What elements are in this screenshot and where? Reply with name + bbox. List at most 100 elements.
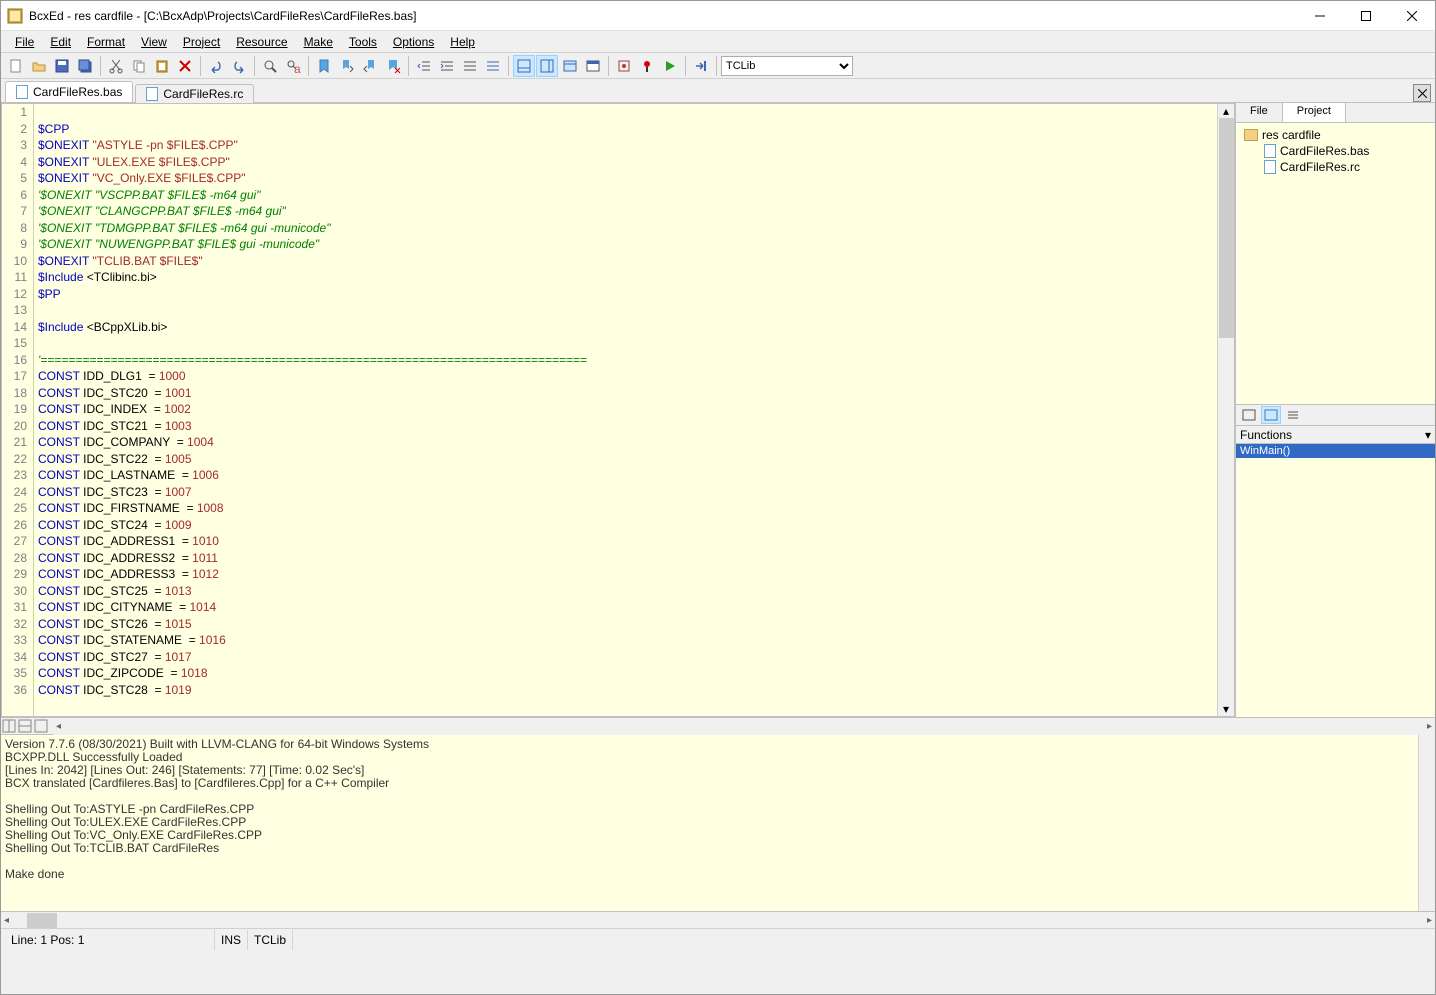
copy-icon[interactable] (128, 55, 150, 77)
output-scrollbar-horizontal[interactable]: ◂ ▸ (1, 912, 1435, 929)
menu-view[interactable]: View (133, 33, 175, 51)
toolbar-separator (508, 56, 509, 76)
paste-icon[interactable] (151, 55, 173, 77)
new-file-icon[interactable] (5, 55, 27, 77)
window-icon[interactable] (559, 55, 581, 77)
file-icon (1264, 144, 1276, 158)
menu-make[interactable]: Make (296, 33, 341, 51)
side-tab-file[interactable]: File (1236, 103, 1283, 122)
maximize-button[interactable] (1343, 1, 1389, 31)
functions-list[interactable]: WinMain() (1236, 444, 1435, 717)
menu-resource[interactable]: Resource (228, 33, 295, 51)
file-icon (16, 85, 28, 99)
menu-options[interactable]: Options (385, 33, 442, 51)
menu-file[interactable]: File (7, 33, 42, 51)
chevron-down-icon[interactable]: ▾ (1425, 428, 1431, 442)
function-item-winmain[interactable]: WinMain() (1236, 444, 1435, 458)
app-icon (7, 8, 23, 24)
statusbar: Line: 1 Pos: 1 INS TCLib (1, 929, 1435, 951)
toggle-project-icon[interactable] (536, 55, 558, 77)
redo-icon[interactable] (228, 55, 250, 77)
menu-format[interactable]: Format (79, 33, 133, 51)
menu-help[interactable]: Help (442, 33, 483, 51)
find-replace-icon[interactable]: ab (282, 55, 304, 77)
cut-icon[interactable] (105, 55, 127, 77)
scroll-down-icon[interactable]: ▾ (1218, 702, 1234, 716)
bookmark-icon[interactable] (313, 55, 335, 77)
indent-icon[interactable] (436, 55, 458, 77)
undo-icon[interactable] (205, 55, 227, 77)
view-small-icon[interactable] (1239, 406, 1259, 424)
scroll-right-icon[interactable]: ▸ (1427, 915, 1432, 926)
menu-edit[interactable]: Edit (42, 33, 79, 51)
editor-tabs: CardFileRes.bas CardFileRes.rc (1, 79, 1435, 103)
scroll-left-icon[interactable]: ◂ (56, 721, 61, 732)
side-tab-project[interactable]: Project (1283, 103, 1346, 122)
scroll-left-icon[interactable]: ◂ (4, 915, 9, 926)
titlebar: BcxEd - res cardfile - [C:\BcxAdp\Projec… (1, 1, 1435, 31)
code-area[interactable]: $CPP$ONEXIT "ASTYLE -pn $FILE$.CPP"$ONEX… (34, 104, 1217, 716)
scroll-thumb[interactable] (27, 913, 57, 928)
toolbar-separator (685, 56, 686, 76)
compiler-select[interactable]: TCLib (721, 56, 853, 76)
menubar: File Edit Format View Project Resource M… (1, 31, 1435, 53)
compile-icon[interactable] (613, 55, 635, 77)
delete-icon[interactable] (174, 55, 196, 77)
view-large-icon[interactable] (1261, 406, 1281, 424)
tree-root[interactable]: res cardfile (1244, 127, 1431, 143)
toggle-output-icon[interactable] (513, 55, 535, 77)
menu-tools[interactable]: Tools (341, 33, 385, 51)
editor-scrollbar-horizontal[interactable]: ◂ ▸ (53, 718, 1435, 735)
dialog-icon[interactable] (582, 55, 604, 77)
menu-project[interactable]: Project (175, 33, 228, 51)
outdent-icon[interactable] (413, 55, 435, 77)
close-split-icon[interactable] (34, 719, 49, 734)
file-icon (1264, 160, 1276, 174)
save-icon[interactable] (51, 55, 73, 77)
folder-icon (1244, 129, 1258, 141)
minimize-button[interactable] (1297, 1, 1343, 31)
toolbar-separator (100, 56, 101, 76)
file-icon (146, 87, 158, 101)
tree-file-rc[interactable]: CardFileRes.rc (1264, 159, 1431, 175)
uncomment-icon[interactable] (482, 55, 504, 77)
functions-header[interactable]: Functions ▾ (1236, 426, 1435, 444)
svg-text:ab: ab (294, 62, 301, 74)
close-tab-icon[interactable] (1413, 84, 1431, 102)
find-icon[interactable] (259, 55, 281, 77)
editor-bottom-bar: ◂ ▸ (1, 717, 1435, 735)
comment-icon[interactable] (459, 55, 481, 77)
bookmark-clear-icon[interactable] (382, 55, 404, 77)
split-icon[interactable] (2, 719, 17, 734)
open-folder-icon[interactable] (28, 55, 50, 77)
run-icon[interactable] (659, 55, 681, 77)
scroll-thumb[interactable] (1219, 118, 1234, 338)
bookmark-prev-icon[interactable] (359, 55, 381, 77)
code-editor[interactable]: 1234567891011121314151617181920212223242… (1, 103, 1235, 717)
editor-scrollbar-vertical[interactable]: ▴ ▾ (1217, 104, 1234, 716)
toolbar-separator (308, 56, 309, 76)
status-compiler: TCLib (248, 930, 293, 950)
side-tabs: File Project (1236, 103, 1435, 123)
close-button[interactable] (1389, 1, 1435, 31)
save-all-icon[interactable] (74, 55, 96, 77)
scroll-up-icon[interactable]: ▴ (1218, 104, 1234, 118)
tab-cardfileres-rc[interactable]: CardFileRes.rc (135, 84, 254, 103)
tree-file-bas[interactable]: CardFileRes.bas (1264, 143, 1431, 159)
side-panel: File Project res cardfile CardFileRes.ba… (1235, 103, 1435, 717)
stop-icon[interactable] (636, 55, 658, 77)
split-h-icon[interactable] (18, 719, 33, 734)
step-icon[interactable] (690, 55, 712, 77)
tab-cardfileres-bas[interactable]: CardFileRes.bas (5, 81, 133, 102)
toolbar-separator (254, 56, 255, 76)
toolbar-separator (408, 56, 409, 76)
output-scrollbar-vertical[interactable] (1418, 735, 1435, 911)
project-tree[interactable]: res cardfile CardFileRes.bas CardFileRes… (1236, 123, 1435, 404)
bookmark-next-icon[interactable] (336, 55, 358, 77)
status-position: Line: 1 Pos: 1 (5, 930, 215, 950)
view-list-icon[interactable] (1283, 406, 1303, 424)
function-toolbar (1236, 404, 1435, 426)
line-gutter: 1234567891011121314151617181920212223242… (2, 104, 34, 716)
output-panel[interactable]: Version 7.7.6 (08/30/2021) Built with LL… (1, 735, 1435, 912)
scroll-right-icon[interactable]: ▸ (1427, 721, 1432, 732)
